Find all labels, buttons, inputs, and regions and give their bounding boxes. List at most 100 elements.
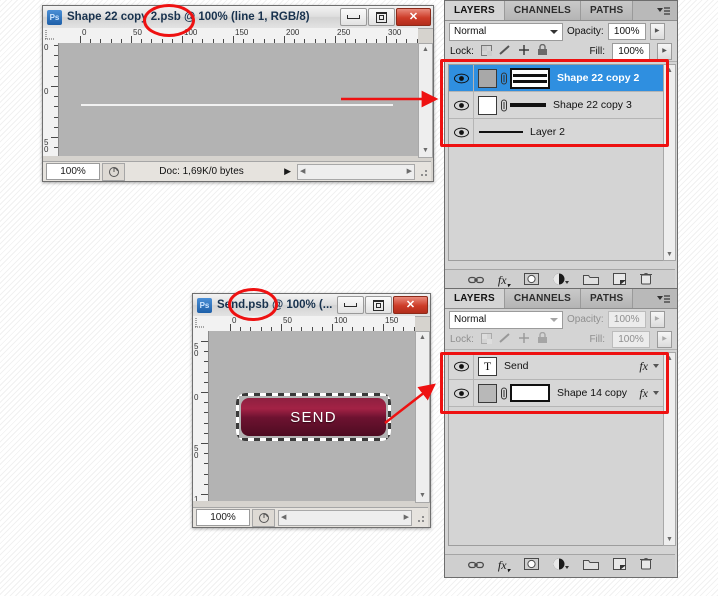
adjustment-layer-icon[interactable] bbox=[553, 557, 570, 575]
link-mask-icon[interactable] bbox=[499, 387, 508, 400]
lock-transparent-icon[interactable] bbox=[480, 331, 492, 349]
tab-layers[interactable]: LAYERS bbox=[445, 289, 505, 308]
vector-mask-thumbnail[interactable] bbox=[510, 67, 550, 89]
fill-field-bottom[interactable]: 100% bbox=[612, 331, 650, 348]
scroll-up-icon[interactable]: ▲ bbox=[664, 353, 675, 364]
document-window-shape22[interactable]: Ps Shape 22 copy 2.psb @ 100% (line 1, R… bbox=[42, 5, 434, 182]
titlebar-shape22[interactable]: Ps Shape 22 copy 2.psb @ 100% (line 1, R… bbox=[43, 6, 433, 29]
opacity-stepper-bottom[interactable]: ▶ bbox=[649, 311, 665, 328]
scroll-up-icon[interactable]: ▲ bbox=[419, 44, 432, 56]
scroll-down-icon[interactable]: ▼ bbox=[664, 249, 675, 260]
fx-icon[interactable]: fx▾ bbox=[498, 273, 510, 289]
new-group-icon[interactable] bbox=[583, 557, 600, 575]
zoom-level-field[interactable]: 100% bbox=[196, 509, 250, 526]
fill-field-top[interactable]: 100% bbox=[612, 43, 650, 60]
fx-icon[interactable]: fx▾ bbox=[498, 558, 510, 574]
scroll-up-icon[interactable]: ▲ bbox=[416, 332, 429, 344]
layers-panel-bottom[interactable]: LAYERS CHANNELS PATHS Normal Opacity: 10… bbox=[444, 288, 678, 578]
status-preview-button[interactable] bbox=[102, 162, 125, 181]
opacity-field-bottom[interactable]: 100% bbox=[607, 311, 646, 328]
fill-stepper-top[interactable]: ▶ bbox=[657, 43, 672, 60]
lock-image-icon[interactable] bbox=[499, 331, 511, 349]
layer-thumbnail[interactable] bbox=[478, 95, 497, 115]
send-button-artwork[interactable]: SEND bbox=[241, 398, 386, 436]
layer-row-shape22-copy3[interactable]: Shape 22 copy 3 bbox=[449, 92, 664, 119]
link-icon[interactable] bbox=[467, 557, 484, 575]
panel-menu-button-top[interactable] bbox=[651, 1, 677, 20]
scroll-right-icon[interactable]: ▶ bbox=[407, 167, 412, 177]
opacity-field-top[interactable]: 100% bbox=[607, 23, 646, 40]
layer-row-shape22-copy2[interactable]: Shape 22 copy 2 bbox=[449, 65, 664, 92]
lock-image-icon[interactable] bbox=[499, 43, 511, 61]
minimize-button-shape22[interactable] bbox=[340, 8, 367, 26]
tab-layers[interactable]: LAYERS bbox=[445, 1, 505, 20]
tab-channels[interactable]: CHANNELS bbox=[504, 289, 582, 308]
layer-visibility-toggle[interactable] bbox=[449, 65, 474, 91]
chevron-down-icon[interactable] bbox=[653, 364, 659, 368]
scroll-down-icon[interactable]: ▼ bbox=[664, 534, 675, 545]
resize-grip-shape22[interactable] bbox=[417, 166, 429, 178]
lock-all-icon[interactable] bbox=[537, 331, 548, 349]
zoom-level-field[interactable]: 100% bbox=[46, 163, 100, 180]
close-button-shape22[interactable]: ✕ bbox=[396, 8, 431, 26]
vector-mask-thumbnail[interactable] bbox=[510, 97, 546, 113]
ruler-horizontal-shape22[interactable]: 0 50 100 150 200 250 300 bbox=[58, 28, 418, 44]
fill-stepper-bottom[interactable]: ▶ bbox=[657, 331, 672, 348]
lock-transparent-icon[interactable] bbox=[480, 43, 492, 61]
layer-visibility-toggle[interactable] bbox=[449, 92, 474, 118]
status-expand-icon[interactable]: ▶ bbox=[278, 166, 297, 177]
scroll-left-icon[interactable]: ◀ bbox=[281, 513, 286, 523]
opacity-stepper-top[interactable]: ▶ bbox=[649, 23, 665, 40]
canvas-shape22[interactable] bbox=[59, 43, 418, 156]
add-mask-icon[interactable] bbox=[524, 557, 540, 575]
maximize-button-shape22[interactable] bbox=[368, 8, 395, 26]
tab-channels[interactable]: CHANNELS bbox=[504, 1, 582, 20]
delete-layer-icon[interactable] bbox=[640, 557, 653, 575]
lock-position-icon[interactable] bbox=[518, 43, 530, 61]
scroll-down-icon[interactable]: ▼ bbox=[419, 145, 432, 157]
blend-mode-select-top[interactable]: Normal bbox=[449, 22, 563, 41]
horizontal-scrollbar-shape22[interactable]: ◀ ▶ bbox=[297, 163, 415, 180]
blend-mode-select-bottom[interactable]: Normal bbox=[449, 310, 563, 329]
fx-icon[interactable]: fx bbox=[639, 359, 648, 374]
layer-list-scrollbar-bottom[interactable]: ▲ ▼ bbox=[663, 352, 676, 546]
ruler-vertical-shape22[interactable]: 50 0 50 bbox=[43, 43, 59, 156]
maximize-button-send[interactable] bbox=[365, 296, 392, 314]
layers-panel-top[interactable]: LAYERS CHANNELS PATHS Normal Opacity: 10… bbox=[444, 0, 678, 293]
minimize-button-send[interactable] bbox=[337, 296, 364, 314]
tab-paths[interactable]: PATHS bbox=[581, 289, 634, 308]
layer-thumbnail[interactable] bbox=[479, 125, 523, 140]
canvas-send[interactable]: SEND bbox=[209, 331, 415, 501]
panel-menu-button-bottom[interactable] bbox=[651, 289, 677, 308]
text-layer-thumbnail[interactable]: T bbox=[478, 356, 497, 376]
titlebar-send[interactable]: Ps Send.psb @ 100% (... ✕ bbox=[193, 294, 430, 317]
link-mask-icon[interactable] bbox=[499, 99, 508, 112]
vertical-scrollbar-shape22[interactable]: ▲ ▼ bbox=[418, 43, 433, 158]
chevron-down-icon[interactable] bbox=[653, 391, 659, 395]
layer-list-bottom[interactable]: T Send fx Shape 14 copy fx bbox=[448, 352, 665, 546]
status-preview-button[interactable] bbox=[252, 508, 275, 527]
close-button-send[interactable]: ✕ bbox=[393, 296, 428, 314]
lock-position-icon[interactable] bbox=[518, 331, 530, 349]
resize-grip-send[interactable] bbox=[414, 512, 426, 524]
vector-mask-thumbnail[interactable] bbox=[510, 384, 550, 402]
ruler-vertical-send[interactable]: 50 0 50 1 bbox=[193, 331, 209, 501]
layer-visibility-toggle[interactable] bbox=[449, 119, 474, 145]
vertical-scrollbar-send[interactable]: ▲ ▼ bbox=[415, 331, 430, 503]
layer-row-send[interactable]: T Send fx bbox=[449, 353, 664, 380]
new-layer-icon[interactable] bbox=[613, 557, 627, 575]
scroll-up-icon[interactable]: ▲ bbox=[664, 65, 675, 76]
layer-visibility-toggle[interactable] bbox=[449, 353, 474, 379]
scroll-left-icon[interactable]: ◀ bbox=[300, 167, 305, 177]
layer-list-top[interactable]: Shape 22 copy 2 Shape 22 copy 3 Layer 2 bbox=[448, 64, 665, 261]
ruler-horizontal-send[interactable]: 0 50 100 150 bbox=[208, 316, 415, 332]
layer-thumbnail[interactable] bbox=[478, 383, 497, 403]
link-mask-icon[interactable] bbox=[499, 72, 508, 85]
lock-all-icon[interactable] bbox=[537, 43, 548, 61]
layer-list-scrollbar-top[interactable]: ▲ ▼ bbox=[663, 64, 676, 261]
layer-row-shape14-copy[interactable]: Shape 14 copy fx bbox=[449, 380, 664, 407]
layer-row-layer2[interactable]: Layer 2 bbox=[449, 119, 664, 146]
document-window-send[interactable]: Ps Send.psb @ 100% (... ✕ 0 50 100 150 5005… bbox=[192, 293, 431, 528]
fx-icon[interactable]: fx bbox=[639, 386, 648, 401]
tab-paths[interactable]: PATHS bbox=[581, 1, 634, 20]
